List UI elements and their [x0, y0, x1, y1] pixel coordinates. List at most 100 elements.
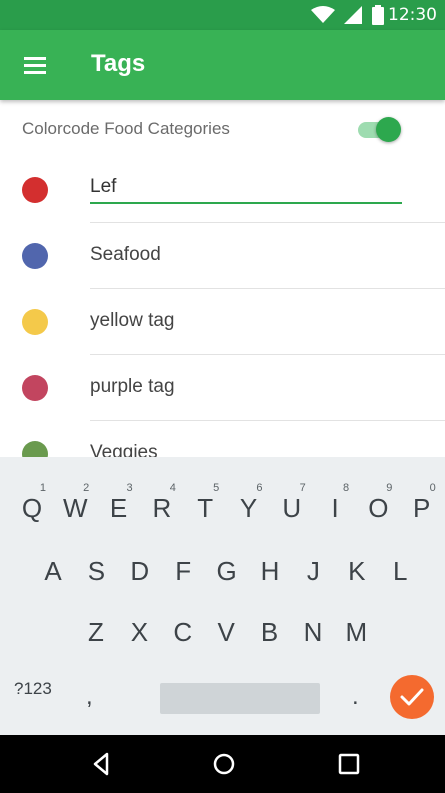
key-number-hint: 0 — [429, 482, 436, 494]
key-number-hint: 7 — [299, 482, 306, 494]
colorcode-toggle[interactable] — [356, 116, 404, 144]
key-label: A — [44, 556, 62, 586]
tag-name-input[interactable] — [90, 172, 402, 204]
menu-icon[interactable] — [18, 50, 52, 80]
key-k[interactable]: K — [337, 546, 377, 596]
divider — [90, 354, 445, 355]
tag-color-dot[interactable] — [22, 243, 48, 269]
tag-row[interactable]: purple tag — [0, 354, 445, 420]
key-z[interactable]: Z — [76, 607, 116, 657]
key-label: G — [216, 556, 237, 586]
tags-list: Colorcode Food Categories Seafood yellow… — [0, 100, 445, 457]
key-number-hint: 5 — [213, 482, 220, 494]
key-number-hint: 3 — [126, 482, 133, 494]
space-key[interactable] — [160, 683, 320, 714]
key-b[interactable]: B — [250, 607, 290, 657]
tag-row[interactable]: yellow tag — [0, 288, 445, 354]
key-number-hint: 1 — [39, 482, 46, 494]
key-label: Z — [88, 617, 104, 647]
tag-color-dot[interactable] — [22, 441, 48, 457]
key-o[interactable]: O9 — [358, 483, 398, 533]
key-label: C — [173, 617, 193, 647]
tag-row[interactable]: Veggies — [0, 420, 445, 457]
divider — [90, 222, 445, 223]
key-label: B — [260, 617, 279, 647]
key-e[interactable]: E3 — [99, 483, 139, 533]
key-label: I — [331, 493, 339, 523]
back-icon[interactable] — [86, 749, 116, 779]
key-x[interactable]: X — [119, 607, 159, 657]
check-icon — [400, 688, 424, 706]
key-h[interactable]: H — [250, 546, 290, 596]
tag-row[interactable]: Seafood — [0, 222, 445, 288]
tag-name: Veggies — [90, 442, 158, 457]
key-f[interactable]: F — [163, 546, 203, 596]
divider — [90, 420, 445, 421]
colorcode-label: Colorcode Food Categories — [22, 119, 230, 138]
enter-key[interactable] — [390, 675, 434, 719]
soft-keyboard: Q1W2E3R4T5Y6U7I8O9P0ASDFGHJKLZXCVBNM ?12… — [0, 457, 445, 735]
key-label: W — [63, 493, 88, 523]
key-v[interactable]: V — [206, 607, 246, 657]
key-l[interactable]: L — [380, 546, 420, 596]
comma-key[interactable]: , — [86, 683, 93, 711]
page-title: Tags — [91, 50, 146, 77]
key-number-hint: 4 — [169, 482, 176, 494]
divider — [90, 288, 445, 289]
key-label: H — [260, 556, 280, 586]
signal-icon — [344, 6, 362, 24]
key-r[interactable]: R4 — [142, 483, 182, 533]
status-bar: 12:30 — [0, 0, 445, 30]
key-label: O — [368, 493, 389, 523]
key-j[interactable]: J — [293, 546, 333, 596]
period-key[interactable]: . — [352, 683, 359, 711]
key-label: J — [306, 556, 320, 586]
navigation-bar — [0, 735, 445, 793]
tag-color-dot[interactable] — [22, 375, 48, 401]
key-m[interactable]: M — [336, 607, 376, 657]
key-u[interactable]: U7 — [272, 483, 312, 533]
key-label: U — [282, 493, 302, 523]
home-icon[interactable] — [209, 749, 239, 779]
tag-name: Seafood — [90, 244, 161, 265]
key-i[interactable]: I8 — [315, 483, 355, 533]
symbols-key[interactable]: ?123 — [14, 679, 52, 699]
key-label: X — [130, 617, 149, 647]
key-p[interactable]: P0 — [402, 483, 442, 533]
key-label: V — [217, 617, 235, 647]
key-t[interactable]: T5 — [185, 483, 225, 533]
key-number-hint: 9 — [386, 482, 393, 494]
key-c[interactable]: C — [163, 607, 203, 657]
key-label: D — [130, 556, 150, 586]
key-label: L — [392, 556, 408, 586]
key-number-hint: 6 — [256, 482, 263, 494]
key-label: Q — [21, 493, 43, 523]
key-w[interactable]: W2 — [55, 483, 95, 533]
key-g[interactable]: G — [207, 546, 247, 596]
tag-color-dot[interactable] — [22, 309, 48, 335]
key-q[interactable]: Q1 — [12, 483, 52, 533]
key-label: E — [109, 493, 128, 523]
recents-icon[interactable] — [334, 749, 364, 779]
key-a[interactable]: A — [33, 546, 73, 596]
app-bar: Tags — [0, 30, 445, 100]
key-number-hint: 8 — [342, 482, 350, 494]
key-label: K — [348, 556, 366, 586]
key-label: M — [345, 617, 368, 647]
key-n[interactable]: N — [293, 607, 333, 657]
key-label: T — [197, 493, 214, 523]
key-y[interactable]: Y6 — [229, 483, 269, 533]
tag-color-dot[interactable] — [22, 177, 48, 203]
colorcode-setting: Colorcode Food Categories — [0, 100, 445, 156]
key-label: Y — [239, 493, 258, 523]
status-time: 12:30 — [388, 5, 437, 25]
tag-row-editing[interactable] — [0, 156, 445, 222]
key-label: F — [175, 556, 192, 586]
tag-name: purple tag — [90, 376, 175, 397]
key-label: P — [413, 493, 431, 523]
key-d[interactable]: D — [120, 546, 160, 596]
wifi-icon — [311, 6, 335, 23]
key-s[interactable]: S — [76, 546, 116, 596]
key-number-hint: 2 — [83, 482, 90, 494]
battery-icon — [372, 5, 384, 25]
